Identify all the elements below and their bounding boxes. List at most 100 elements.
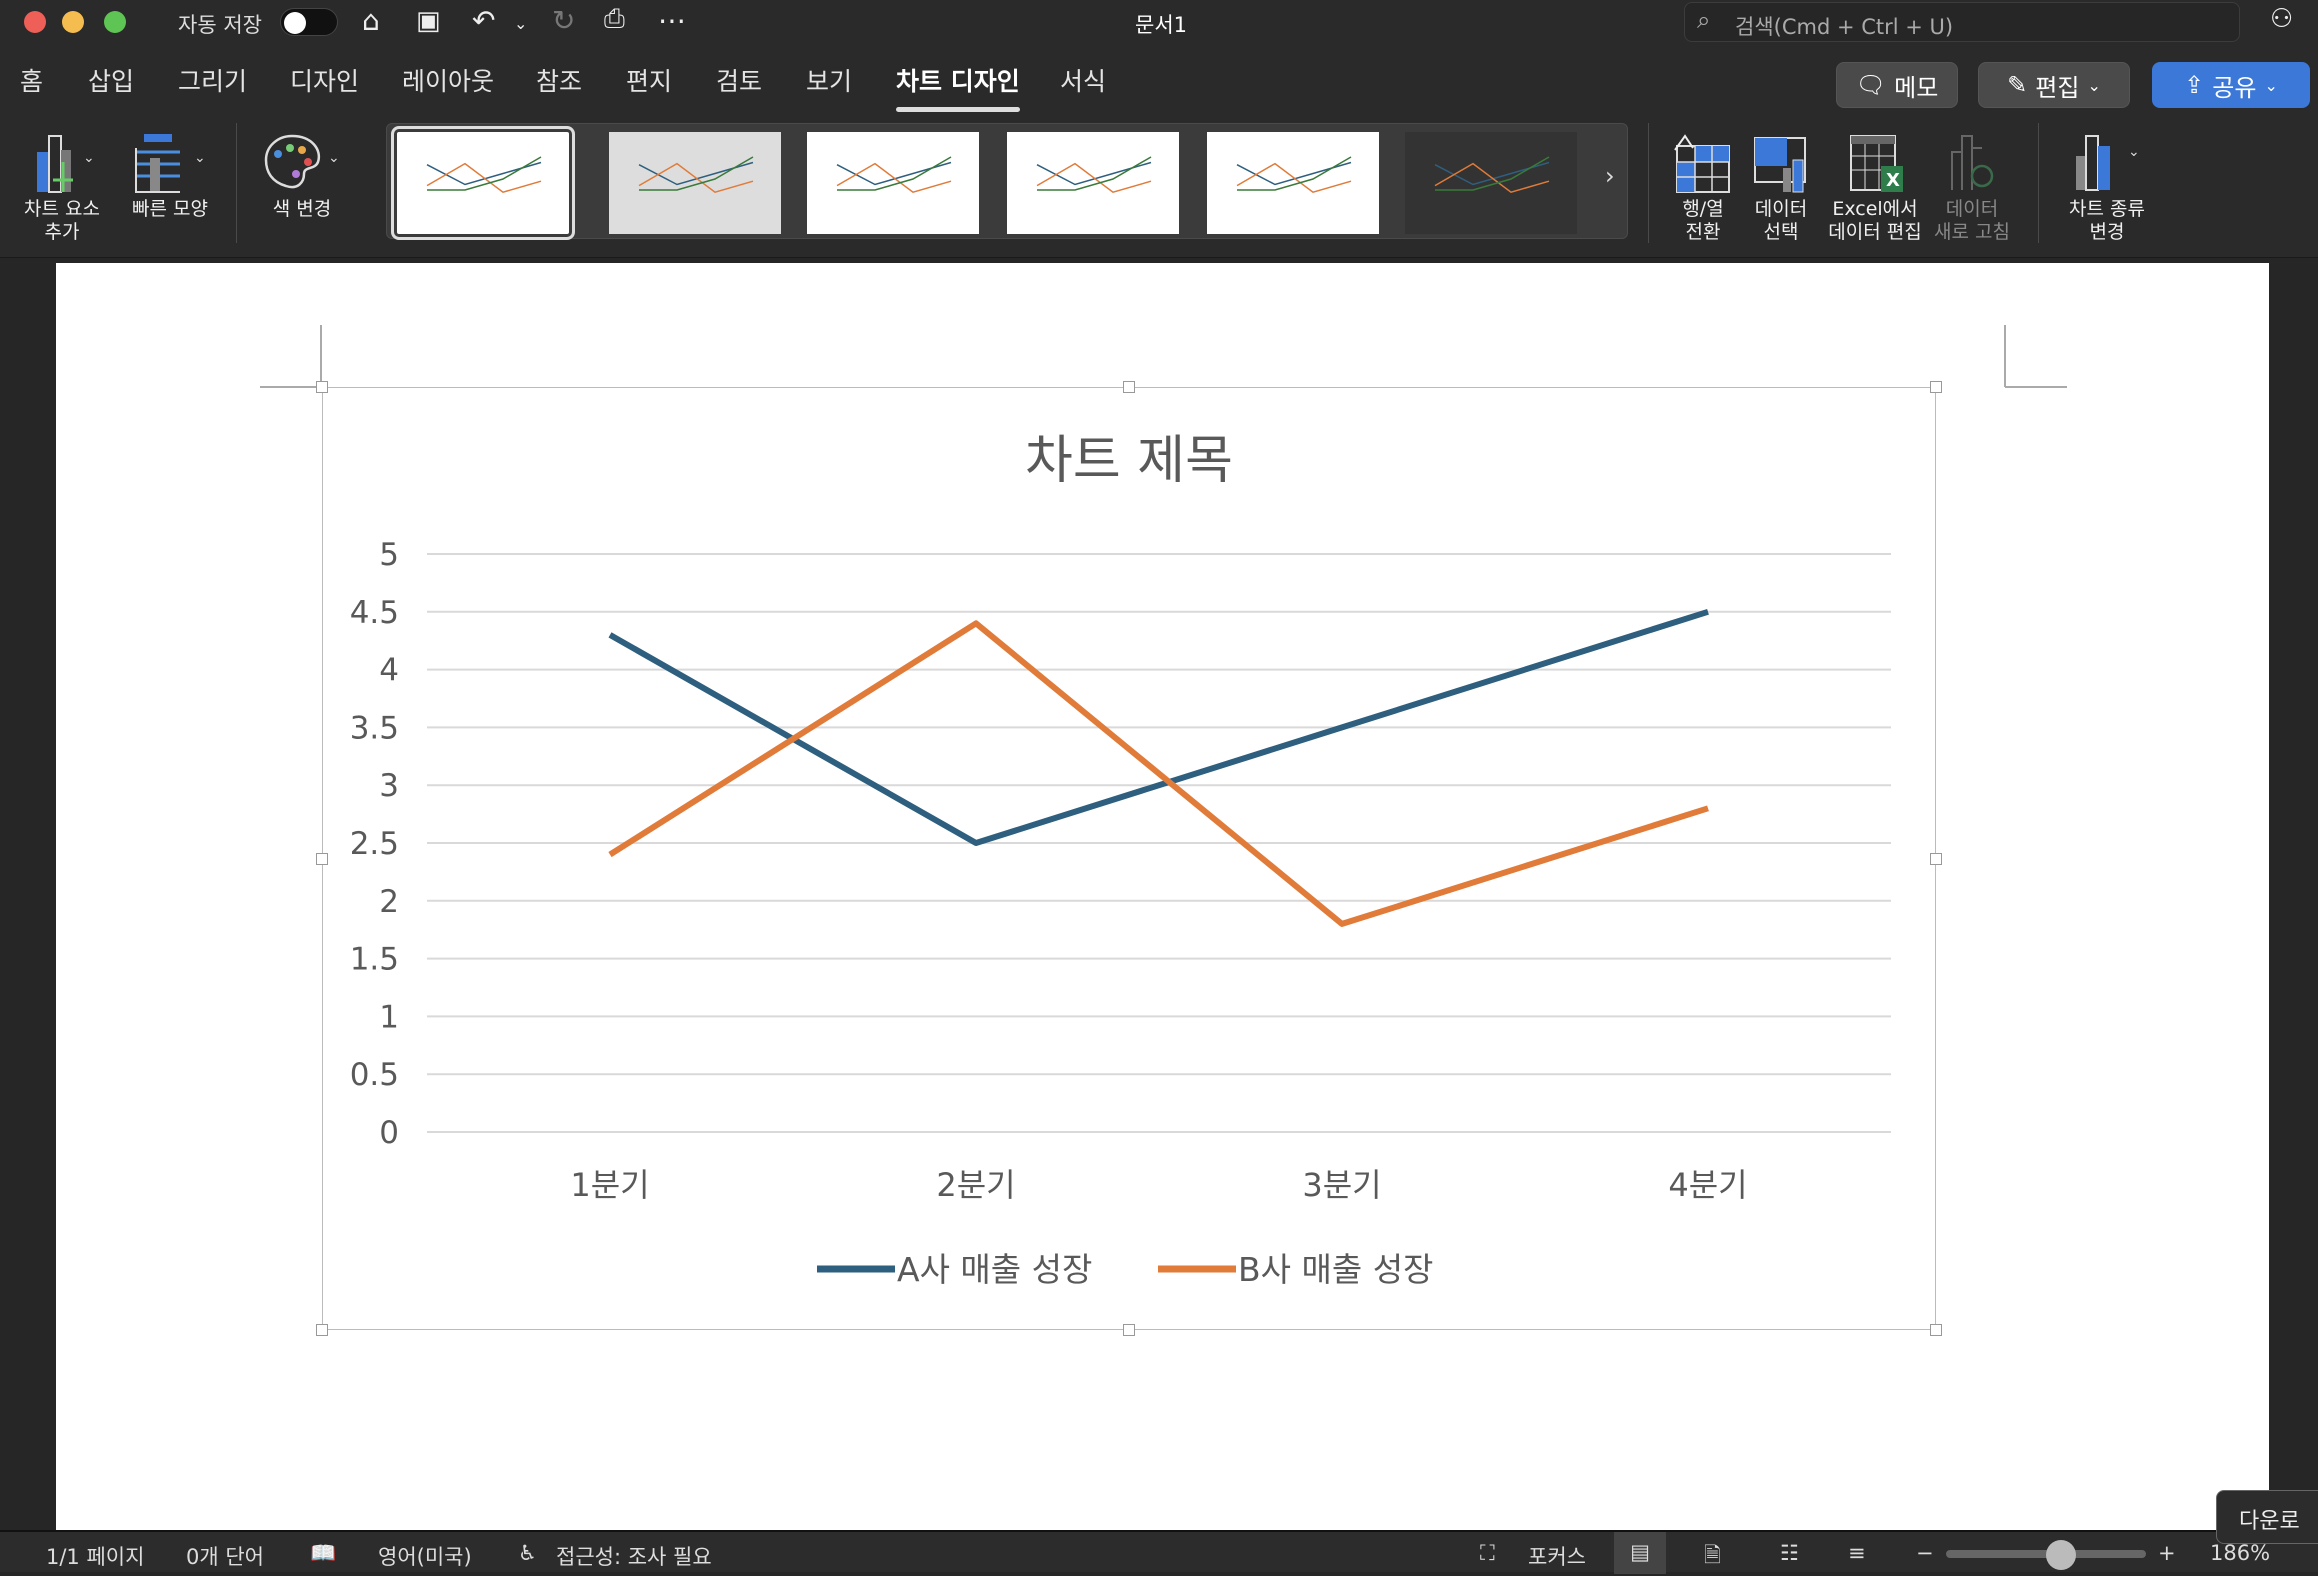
tab-mailings[interactable]: 편지 <box>626 62 672 98</box>
x-tick-label: 3분기 <box>1302 1166 1381 1204</box>
divider <box>236 123 237 243</box>
undo-icon[interactable]: ↶ <box>472 4 495 37</box>
tab-view[interactable]: 보기 <box>806 62 852 98</box>
search-icon: ⌕ <box>1697 6 1710 34</box>
chevron-down-icon: ⌄ <box>2264 76 2277 95</box>
x-tick-label: 1분기 <box>570 1166 649 1204</box>
focus-button[interactable]: 포커스 <box>1528 1541 1586 1571</box>
resize-handle[interactable] <box>316 1324 328 1336</box>
resize-handle[interactable] <box>1930 1324 1942 1336</box>
autosave-toggle[interactable] <box>280 8 338 36</box>
zoom-slider[interactable] <box>1946 1550 2146 1558</box>
svg-text:⌄: ⌄ <box>2128 144 2140 160</box>
resize-handle[interactable] <box>316 381 328 393</box>
accessibility-status[interactable]: 접근성: 조사 필요 <box>556 1541 712 1571</box>
select-data-label-2: 선택 <box>1744 221 1818 244</box>
zoom-window-button[interactable] <box>104 11 126 33</box>
chart-title[interactable]: 차트 제목 <box>1025 431 1233 491</box>
select-data-icon <box>1744 128 1818 198</box>
change-colors-button[interactable]: ⌄ 색 변경 <box>252 128 352 221</box>
search-input[interactable]: ⌕ 검색(Cmd + Ctrl + U) <box>1684 2 2240 42</box>
print-icon[interactable]: ⎙ <box>604 4 625 35</box>
resize-handle[interactable] <box>1930 853 1942 865</box>
page-count[interactable]: 1/1 페이지 <box>46 1541 144 1571</box>
add-chart-element-button[interactable]: ⌄ 차트 요소추가 <box>14 128 110 244</box>
zoom-level[interactable]: 186% <box>2210 1541 2270 1565</box>
chart-style-1[interactable] <box>397 132 569 234</box>
select-data-label: 데이터 <box>1744 198 1818 221</box>
add-element-label-2: 추가 <box>14 221 110 244</box>
ribbon-tabs: 홈 삽입 그리기 디자인 레이아웃 참조 편지 검토 보기 차트 디자인 서식 … <box>0 44 2318 118</box>
switch-label-2: 전환 <box>1662 221 1744 244</box>
save-icon[interactable]: ▣ <box>416 6 441 36</box>
change-chart-type-button[interactable]: ⌄ 차트 종류변경 <box>2052 128 2162 244</box>
edit-data-in-excel-button[interactable]: X Excel에서데이터 편집 <box>1822 128 1928 244</box>
tab-layout[interactable]: 레이아웃 <box>402 62 494 98</box>
outline-view-icon[interactable]: ☷ <box>1780 1541 1799 1565</box>
chart-style-5[interactable] <box>1207 132 1379 234</box>
excel-icon: X <box>1822 128 1928 198</box>
chart-object[interactable]: 차트 제목 00.511.522.533.544.551분기2분기3분기4분기A… <box>322 387 1936 1330</box>
redo-icon[interactable]: ↻ <box>552 4 575 37</box>
quick-layout-label: 빠른 모양 <box>120 198 220 221</box>
word-count[interactable]: 0개 단어 <box>186 1541 264 1571</box>
home-icon[interactable]: ⌂ <box>362 4 380 37</box>
chart-style-6[interactable] <box>1405 132 1577 234</box>
edit-button[interactable]: ✎편집⌄ <box>1978 62 2130 108</box>
comment-icon: 🗨 <box>1856 71 1886 99</box>
resize-handle[interactable] <box>1930 381 1942 393</box>
tab-home[interactable]: 홈 <box>20 62 43 98</box>
add-element-label: 차트 요소 <box>14 198 110 221</box>
zoom-in-icon[interactable]: + <box>2158 1541 2176 1565</box>
download-tooltip: 다운로 <box>2216 1490 2318 1544</box>
zoom-out-icon[interactable]: − <box>1916 1541 1934 1565</box>
resize-handle[interactable] <box>1123 1324 1135 1336</box>
zoom-slider-thumb[interactable] <box>2046 1540 2076 1570</box>
quick-layout-icon: ⌄ <box>120 128 220 198</box>
quick-layout-button[interactable]: ⌄ 빠른 모양 <box>120 128 220 221</box>
proofing-icon[interactable]: 📖 <box>310 1541 336 1566</box>
memo-button[interactable]: 🗨메모 <box>1836 62 1958 108</box>
ribbon: ⌄ 차트 요소추가 ⌄ 빠른 모양 ⌄ 색 변경 › 행/열전환 데이터선택 X… <box>0 118 2318 258</box>
draft-view-icon[interactable]: ≡ <box>1848 1541 1866 1565</box>
series-line-2 <box>610 623 1708 924</box>
autosave-label: 자동 저장 <box>178 9 262 39</box>
y-tick-label: 2.5 <box>350 826 399 862</box>
language[interactable]: 영어(미국) <box>378 1541 472 1571</box>
share-button[interactable]: ⇪공유⌄ <box>2152 62 2310 108</box>
y-tick-label: 2 <box>379 884 399 920</box>
tab-insert[interactable]: 삽입 <box>88 62 134 98</box>
y-tick-label: 3 <box>379 768 399 804</box>
focus-icon[interactable]: ⛶ <box>1480 1541 1495 1566</box>
tab-design[interactable]: 디자인 <box>290 62 359 98</box>
resize-handle[interactable] <box>1123 381 1135 393</box>
chart-style-2[interactable] <box>609 132 781 234</box>
tab-references[interactable]: 참조 <box>536 62 582 98</box>
tab-review[interactable]: 검토 <box>716 62 762 98</box>
undo-dropdown-icon[interactable]: ⌄ <box>514 14 527 33</box>
tab-draw[interactable]: 그리기 <box>178 62 247 98</box>
tab-format[interactable]: 서식 <box>1060 62 1106 98</box>
refresh-data-icon <box>1930 128 2014 198</box>
switch-row-column-button[interactable]: 행/열전환 <box>1662 128 1744 244</box>
share-icon: ⇪ <box>2184 71 2204 99</box>
switch-row-column-icon <box>1662 128 1744 198</box>
title-bar: 자동 저장 ⌂ ▣ ↶ ⌄ ↻ ⎙ ⋯ 문서1 ⌕ 검색(Cmd + Ctrl … <box>0 0 2318 44</box>
close-window-button[interactable] <box>24 11 46 33</box>
gallery-next-icon[interactable]: › <box>1605 162 1615 190</box>
x-tick-label: 4분기 <box>1668 1166 1747 1204</box>
y-tick-label: 4 <box>379 653 399 689</box>
chart-type-icon: ⌄ <box>2052 128 2162 198</box>
chart-style-3[interactable] <box>807 132 979 234</box>
select-data-button[interactable]: 데이터선택 <box>1744 128 1818 244</box>
collaborators-icon[interactable]: ⚇ <box>2270 4 2293 34</box>
web-layout-view-icon[interactable]: 🗎 <box>1704 1541 1721 1576</box>
print-layout-view-icon[interactable]: ▤ <box>1614 1532 1666 1574</box>
more-icon[interactable]: ⋯ <box>658 4 686 37</box>
chart-style-4[interactable] <box>1007 132 1179 234</box>
refresh-data-button[interactable]: 데이터새로 고침 <box>1930 128 2014 244</box>
resize-handle[interactable] <box>316 853 328 865</box>
tab-chart-design[interactable]: 차트 디자인 <box>896 62 1020 98</box>
minimize-window-button[interactable] <box>62 11 84 33</box>
accessibility-icon: ♿ <box>518 1541 537 1565</box>
